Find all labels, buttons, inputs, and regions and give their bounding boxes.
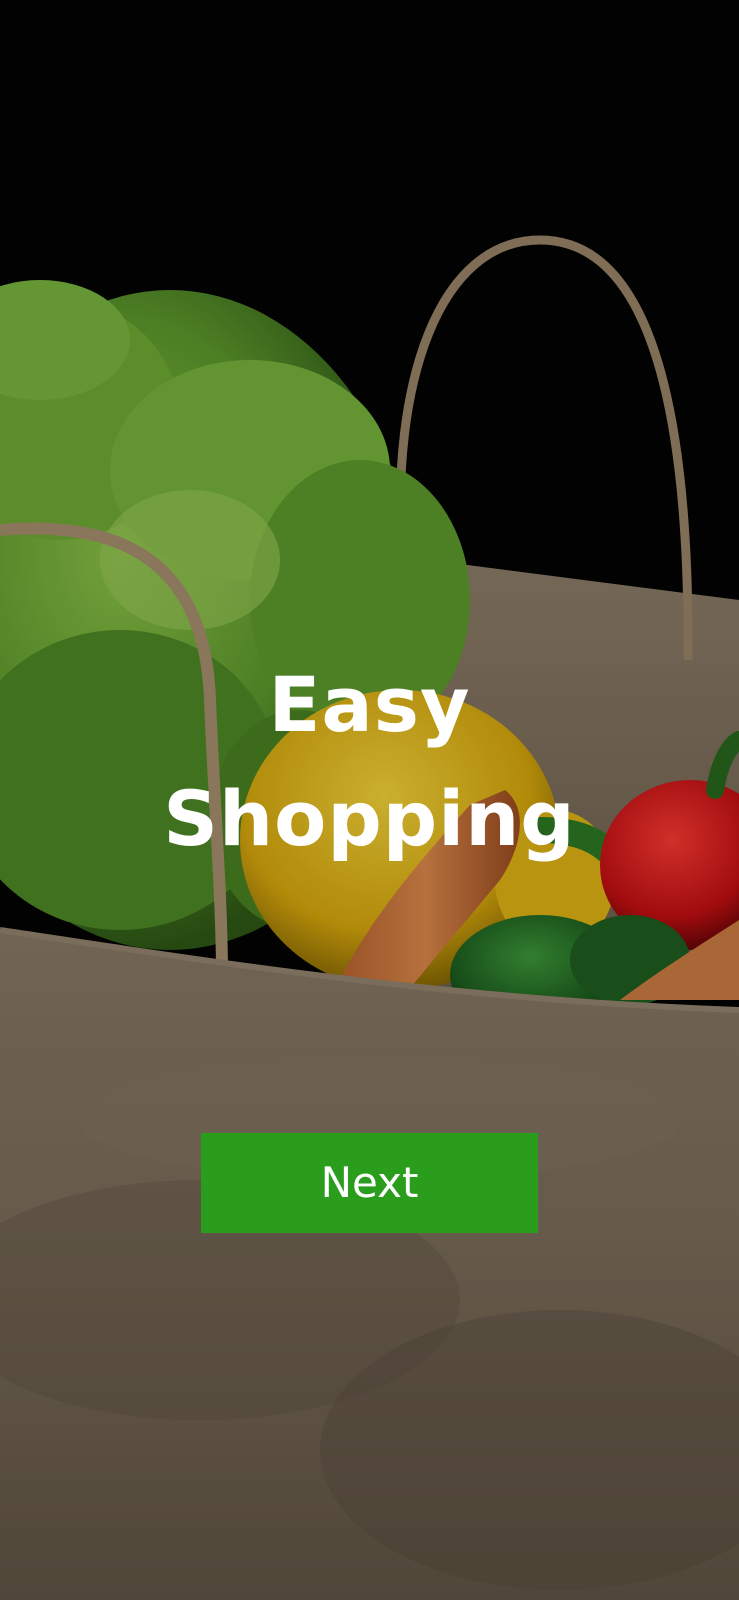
title-line-1: Easy — [268, 660, 471, 749]
onboarding-title: Easy Shopping — [0, 648, 739, 876]
onboarding-screen: Easy Shopping Next — [0, 0, 739, 1600]
next-button[interactable]: Next — [201, 1133, 538, 1233]
title-line-2: Shopping — [163, 774, 576, 863]
